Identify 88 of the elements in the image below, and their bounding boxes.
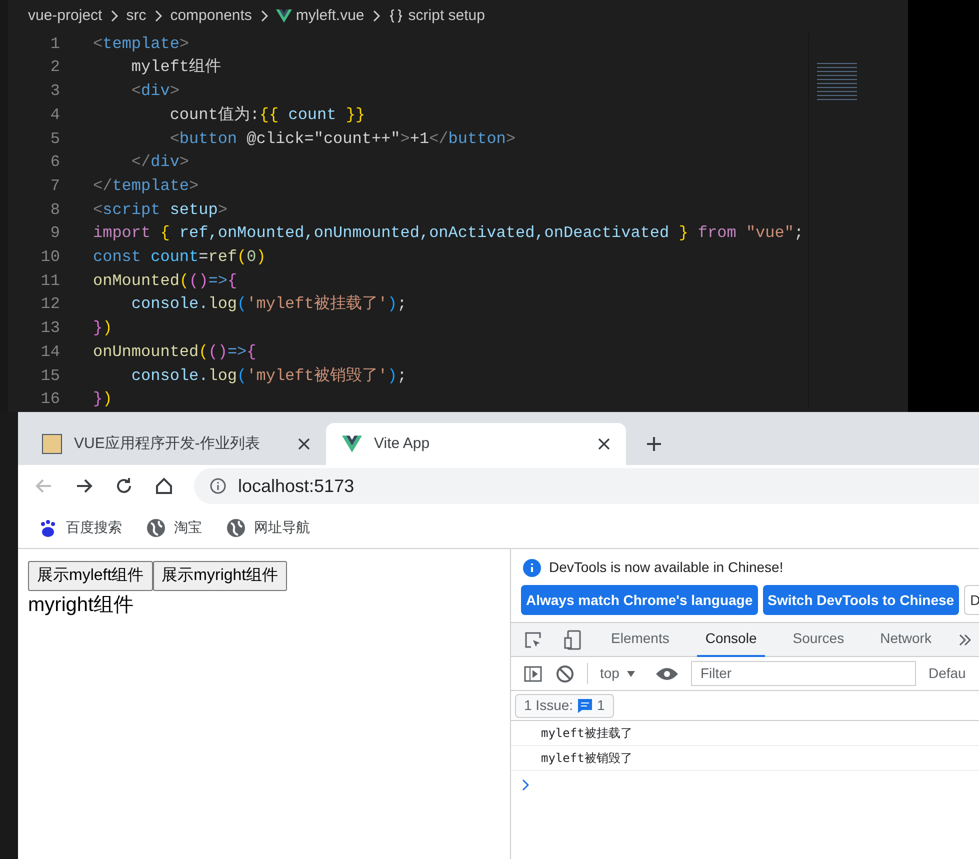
double-chevron-icon[interactable] [959,634,972,646]
info-icon [210,478,226,494]
code-line: onMounted(()=>{ [93,270,238,292]
inspect-icon[interactable] [523,630,543,650]
breadcrumb-item[interactable]: vue-project [28,5,102,28]
code-line: <template> [93,34,190,55]
infobar-button[interactable]: Switch DevTools to Chinese [762,585,960,615]
line-number: 6 [49,152,60,174]
infobar-message: DevTools is now available in Chinese! [549,558,784,577]
prompt-icon[interactable] [521,779,529,791]
clear-icon[interactable] [555,664,575,684]
chevron-icon [154,10,162,22]
line-number: 3 [49,81,60,102]
line-number: 8 [49,200,60,221]
code-line: </div> [130,152,190,174]
issues-badge[interactable]: 1 Issue: 1 [515,694,614,718]
line-number: 12 [40,294,60,316]
component-text: myright组件 [28,593,135,618]
braces-icon [388,8,404,24]
tab-title: VUE应用程序开发-作业列表 [74,434,261,454]
vue-logo-icon [342,434,362,454]
browser-tab[interactable]: Vite App [326,423,626,465]
close-icon[interactable] [598,438,610,450]
code-line: onUnmounted(()=>{ [93,342,256,363]
devtools-tab[interactable]: Network [872,622,940,657]
tab-title: Vite App [374,434,431,454]
console-message: myleft被销毁了 [541,750,632,767]
close-icon[interactable] [298,438,310,450]
breadcrumb-item[interactable]: myleft.vue [296,5,364,28]
code-line: const count=ref(0) [93,247,266,268]
code-line: console.log('myleft被挂载了'); [130,294,407,316]
levels-select[interactable]: Defau [928,663,966,684]
line-number: 4 [49,104,60,126]
line-number: 1 [49,34,60,55]
line-number: 2 [49,57,60,78]
breadcrumb-item[interactable]: src [126,5,146,28]
url-text: localhost:5173 [238,474,354,498]
code-line: count值为:{{ count }} [168,104,366,126]
breadcrumb-item[interactable]: components [170,5,252,28]
code-line: <script setup> [93,200,228,221]
reload-icon[interactable] [114,476,134,496]
devtools-tab[interactable]: Console [697,622,765,657]
line-number: 16 [40,389,60,410]
info-icon [523,558,541,576]
line-number: 15 [40,366,60,387]
bookmark[interactable]: 百度搜索 [38,517,122,538]
code-line: </template> [93,176,199,197]
chevron-icon [260,10,268,22]
line-number: 5 [49,128,60,150]
chevron-icon [110,10,118,22]
console-message: myleft被挂载了 [541,725,632,742]
line-number: 14 [40,342,60,363]
message-icon [577,698,594,714]
home-icon[interactable] [154,476,174,496]
image-icon [42,434,62,454]
paw-icon [38,518,58,538]
code-line: <button @click="count++">+1</button> [168,128,516,150]
line-number: 13 [40,318,60,340]
line-number: 11 [40,270,60,292]
code-line: myleft组件 [130,57,222,78]
line-number: 7 [49,176,60,197]
filter-field[interactable]: Filter [691,661,916,686]
page-button[interactable]: 展示myleft组件 [28,561,153,591]
code-line: import { ref,onMounted,onUnmounted,onActivated,onDeactivated } from "vue"; [93,223,804,244]
code-line: }) [93,389,112,410]
code-line: }) [93,318,112,340]
bookmark[interactable]: 网址导航 [226,517,310,538]
infobar-button[interactable]: Always match Chrome's language [521,585,758,615]
code-line: <div> [130,81,180,102]
dropdown-icon [627,670,636,678]
devtools-tab[interactable]: Elements [603,622,678,657]
breadcrumb-item[interactable]: script setup [408,5,485,28]
chevron-icon [372,10,380,22]
line-number: 10 [40,247,60,268]
vue-logo-icon [276,8,292,24]
address-bar[interactable]: localhost:5173 [194,468,979,504]
line-number: 9 [49,223,60,244]
sidebar-icon[interactable] [523,664,543,684]
plus-icon[interactable] [646,436,662,452]
globe-icon [226,518,246,538]
context-select[interactable]: top [587,663,636,684]
device-icon[interactable] [563,630,583,650]
code-line: console.log('myleft被销毁了'); [130,366,407,387]
globe-icon [146,518,166,538]
devtools-tab[interactable]: Sources [784,622,852,657]
browser-tab[interactable]: VUE应用程序开发-作业列表 [26,423,326,465]
page-button[interactable]: 展示myright组件 [152,561,288,591]
bookmark[interactable]: 淘宝 [146,517,202,538]
